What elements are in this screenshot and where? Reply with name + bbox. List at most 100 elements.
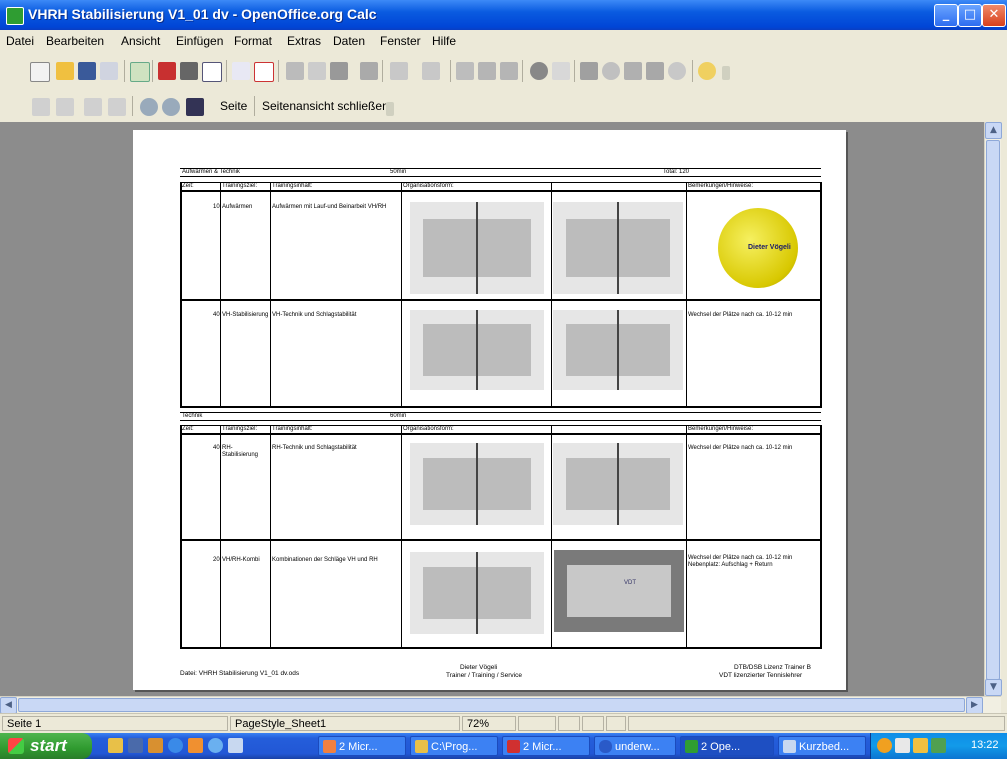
last-page-icon[interactable] (108, 98, 126, 116)
zoom-in-icon[interactable] (140, 98, 158, 116)
vertical-scrollbar[interactable]: ▲ ▼ (984, 122, 1002, 696)
row2-time: 40 (213, 312, 220, 318)
previous-page-icon[interactable] (56, 98, 74, 116)
toolbar-options-icon[interactable] (722, 66, 730, 80)
sort-ascending-icon[interactable] (478, 62, 496, 80)
scroll-left-icon[interactable]: ◀ (0, 697, 17, 714)
copy-icon[interactable] (308, 62, 326, 80)
next-page-icon[interactable] (84, 98, 102, 116)
footer-license: DTB/DSB Lizenz Trainer B (734, 664, 811, 671)
system-tray: 13:22 (870, 733, 1007, 759)
row3-remarks: Wechsel der Plätze nach ca. 10-12 min (688, 445, 793, 451)
ie-icon[interactable] (168, 738, 183, 753)
close-button[interactable]: ✕ (982, 4, 1006, 27)
status-page-style[interactable]: PageStyle_Sheet1 (230, 716, 460, 731)
new-document-icon[interactable] (30, 62, 50, 82)
desktop-icon[interactable] (128, 738, 143, 753)
page-preview-icon[interactable] (202, 62, 222, 82)
taskbar-button[interactable]: 2 Micr... (318, 736, 406, 756)
menu-extras[interactable]: Extras (287, 34, 321, 48)
cut-icon[interactable] (286, 62, 304, 80)
gallery-icon[interactable] (624, 62, 642, 80)
quicklaunch-icon[interactable] (148, 738, 163, 753)
window-title: VHRH Stabilisierung V1_01 dv - OpenOffic… (28, 6, 377, 22)
close-preview-button[interactable]: Seitenansicht schließen (262, 99, 389, 113)
court-diagram (553, 310, 683, 390)
scroll-thumb[interactable] (986, 140, 1000, 680)
open-icon[interactable] (56, 62, 74, 80)
row1-time: 10 (213, 204, 220, 210)
header-remarks: Bemerkungen/Hinweise: (688, 426, 754, 432)
row2-goal: VH-Stabilisierung (222, 312, 269, 318)
outlook-icon[interactable] (188, 738, 203, 753)
menu-daten[interactable]: Daten (333, 34, 365, 48)
clock[interactable]: 13:22 (971, 739, 999, 751)
scroll-up-icon[interactable]: ▲ (985, 122, 1002, 139)
court-diagram (553, 443, 683, 525)
paste-icon[interactable] (330, 62, 348, 80)
minimize-button[interactable]: _ (934, 4, 958, 27)
taskbar-button-active[interactable]: 2 Ope... (680, 736, 774, 756)
show-draw-functions-icon[interactable] (552, 62, 570, 80)
quicklaunch-icon[interactable] (208, 738, 223, 753)
spellcheck-icon[interactable] (232, 62, 250, 80)
menu-datei[interactable]: Datei (6, 34, 34, 48)
header-time: Zeit: (182, 426, 194, 432)
scroll-thumb[interactable] (18, 698, 965, 712)
format-paintbrush-icon[interactable] (360, 62, 378, 80)
scroll-right-icon[interactable]: ▶ (966, 697, 983, 714)
dieter-voegeli-logo: Dieter Vögeli (718, 208, 798, 288)
chart-icon[interactable] (530, 62, 548, 80)
menu-einfuegen[interactable]: Einfügen (176, 34, 223, 48)
status-page: Seite 1 (2, 716, 228, 731)
preview-page: Aufwärmen & Technik 50min Total: 120 Zei… (133, 130, 846, 690)
pdf-export-icon[interactable] (158, 62, 176, 80)
page-format-button[interactable]: Seite (220, 99, 247, 113)
print-icon[interactable] (180, 62, 198, 80)
first-page-icon[interactable] (32, 98, 50, 116)
full-screen-icon[interactable] (186, 98, 204, 116)
scroll-down-icon[interactable]: ▼ (985, 679, 1002, 696)
start-button[interactable]: start (0, 733, 92, 759)
maximize-button[interactable]: □ (958, 4, 982, 27)
status-zoom[interactable]: 72% (462, 716, 516, 731)
menu-fenster[interactable]: Fenster (380, 34, 421, 48)
status-bar: Seite 1 PageStyle_Sheet1 72% (0, 713, 1007, 733)
header-content: Trainingsinhalt: (272, 183, 313, 189)
taskbar-button[interactable]: C:\Prog... (410, 736, 498, 756)
section1-total: Total: 120 (663, 169, 690, 175)
edit-file-icon[interactable] (130, 62, 150, 82)
tray-icon[interactable] (877, 738, 892, 753)
tray-icon[interactable] (895, 738, 910, 753)
navigator-icon[interactable] (602, 62, 620, 80)
taskbar-button[interactable]: underw... (594, 736, 676, 756)
find-replace-icon[interactable] (580, 62, 598, 80)
hyperlink-icon[interactable] (456, 62, 474, 80)
menu-format[interactable]: Format (234, 34, 272, 48)
header-remarks: Bemerkungen/Hinweise: (688, 183, 754, 189)
title-bar[interactable]: VHRH Stabilisierung V1_01 dv - OpenOffic… (0, 0, 1007, 30)
taskbar-button[interactable]: Kurzbed... (778, 736, 866, 756)
quicklaunch-icon[interactable] (228, 738, 243, 753)
email-icon[interactable] (100, 62, 118, 80)
redo-icon[interactable] (422, 62, 440, 80)
save-icon[interactable] (78, 62, 96, 80)
horizontal-scrollbar[interactable]: ◀ ▶ (0, 696, 1001, 714)
sort-descending-icon[interactable] (500, 62, 518, 80)
data-sources-icon[interactable] (646, 62, 664, 80)
taskbar-button[interactable]: 2 Micr... (502, 736, 590, 756)
help-icon[interactable] (698, 62, 716, 80)
tray-icon[interactable] (931, 738, 946, 753)
tray-icon[interactable] (913, 738, 928, 753)
header-goal: Trainingsziel: (222, 183, 258, 189)
folder-icon[interactable] (108, 738, 123, 753)
autospellcheck-icon[interactable] (254, 62, 274, 82)
menu-hilfe[interactable]: Hilfe (432, 34, 456, 48)
undo-icon[interactable] (390, 62, 408, 80)
toolbar-options-icon[interactable] (386, 102, 394, 116)
zoom-out-icon[interactable] (162, 98, 180, 116)
row3-content: RH-Technik und Schlagstabilität (272, 445, 357, 451)
menu-bearbeiten[interactable]: Bearbeiten (46, 34, 104, 48)
menu-ansicht[interactable]: Ansicht (121, 34, 160, 48)
zoom-icon[interactable] (668, 62, 686, 80)
